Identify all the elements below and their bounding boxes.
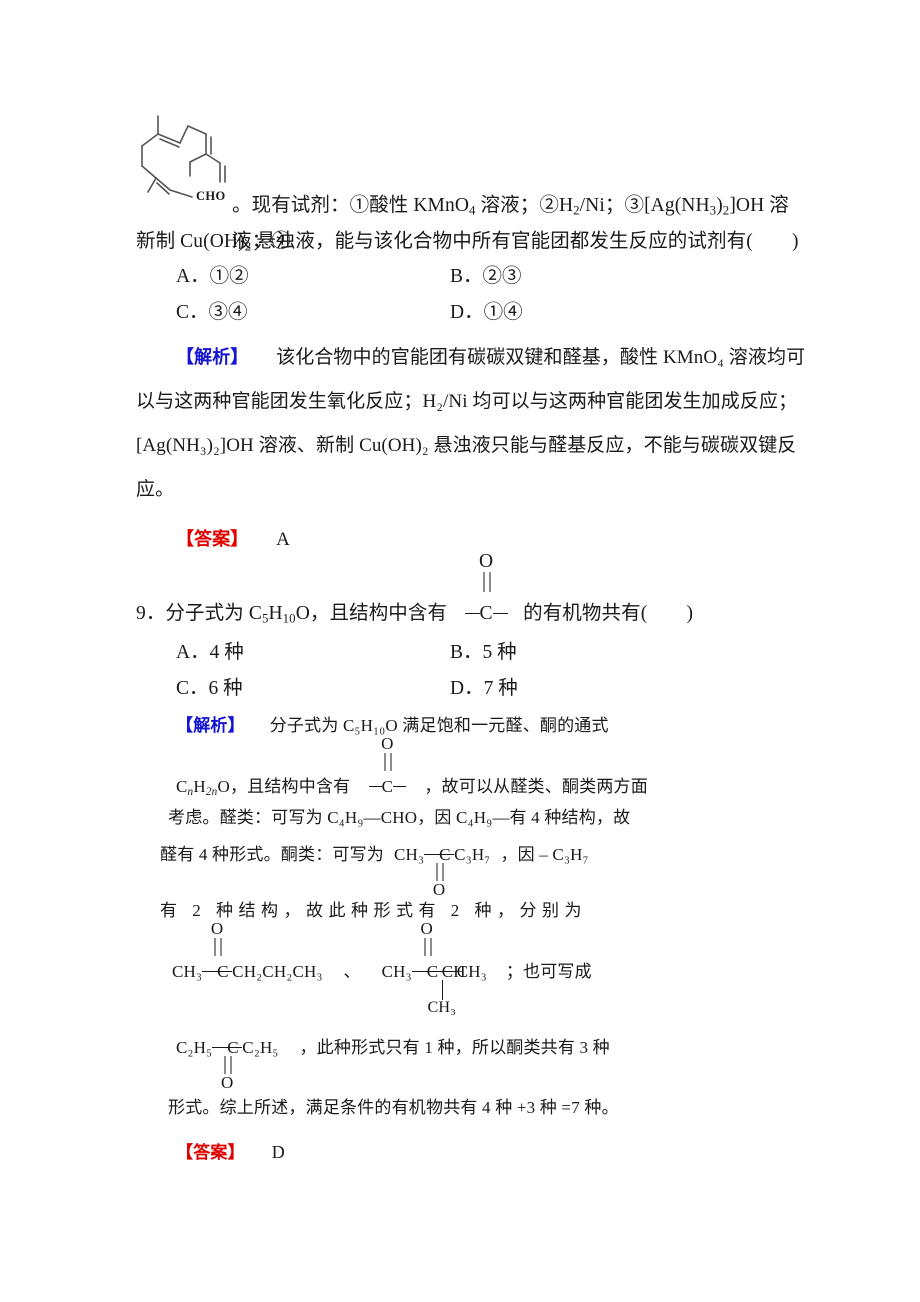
- q8-analysis-line-3: [Ag(NH₃)₂]OH 溶液、新制 Cu(OH)₂ 悬浊液只能与醛基反应，不能…: [136, 435, 797, 456]
- q9-formula-c: C: [176, 777, 188, 796]
- structure-2-pentanone: CH₃ O C CH₂CH₂CH₃: [172, 920, 323, 984]
- answer-label-8: 【答案】: [176, 529, 249, 550]
- analysis-label-8: 【解析】: [176, 347, 249, 368]
- carbonyl-group-inline: OC: [455, 552, 517, 624]
- q8-option-a[interactable]: A．①②: [176, 262, 249, 292]
- q8-analysis-tag: 【解析】 该化合物中的官能团有碳碳双键和醛基，酸性 KMnO₄ 溶液均可: [176, 344, 805, 372]
- q9-option-b[interactable]: B．5 种: [450, 638, 517, 668]
- q9-ketone-intro: 醛有 4 种形式。酮类：可写为: [160, 845, 384, 864]
- analysis-label-9: 【解析】: [176, 716, 245, 736]
- q9-analysis-line-3-text: 考虑。醛类：可写为 C₄H₉—CHO，因 C₄H₉—有 4 种结构，故: [168, 808, 631, 827]
- q8-option-d-label: D．①④: [450, 302, 523, 323]
- q8-line2-text-a: 新制 Cu(OH): [136, 231, 245, 252]
- q8-line2-text-b: 悬浊液，能与该化合物中所有官能团都发生反应的试剂有( ): [251, 231, 799, 252]
- q8-option-a-label: A．①②: [176, 266, 249, 287]
- q9-analysis-line-2: CnH2nO，且结构中含有 O C ，故可以从醛类、酮类两方面: [176, 735, 648, 799]
- q9-number: 9．: [136, 603, 166, 624]
- q9-ketone-isomer-row: CH₃ O C CH₂CH₂CH₃ 、 CH₃ O C CH CH₃ CH₃ ；也可写成: [172, 920, 592, 1016]
- q9-option-d-label: D．7 种: [450, 678, 518, 699]
- q8-option-c-label: C．③④: [176, 302, 248, 323]
- s1-oxygen: O: [210, 919, 224, 938]
- skeletal-structure-diagram: [136, 104, 236, 200]
- carbonyl-oxygen: O: [479, 551, 494, 572]
- answer-label-9: 【答案】: [176, 1143, 245, 1163]
- carbonyl-group-analysis: OC: [358, 735, 416, 796]
- q9-ketone-left-group: CH₃: [394, 845, 425, 864]
- q9-option-d[interactable]: D．7 种: [450, 674, 518, 704]
- q9-option-a[interactable]: A．4 种: [176, 638, 244, 668]
- q8-analysis-line-4: 应。: [136, 479, 175, 500]
- q9-analysis-line-5-text: 有 2 种结构，故此种形式有 2 种，分别为: [160, 901, 587, 920]
- q9-formula-o: O，且结构中含有: [217, 777, 351, 796]
- s2-oxygen: O: [420, 919, 434, 938]
- q9-formula-2n: 2n: [205, 786, 218, 799]
- q8-analysis-line-2-wrap: 以与这两种官能团发生氧化反应；H₂/Ni 均可以与这两种官能团发生加成反应；: [136, 388, 797, 416]
- q9-analysis-line-2-tail: ，故可以从醛类、酮类两方面: [424, 777, 648, 796]
- q8-option-b-label: B．②③: [450, 266, 522, 287]
- carbonyl-oxygen-2: O: [381, 734, 394, 753]
- s1-right: CH₂CH₂CH₃: [232, 962, 323, 981]
- q9-ketone-right-group: C₃H₇: [454, 845, 491, 864]
- q9-option-c[interactable]: C．6 种: [176, 674, 243, 704]
- q8-stem-text-c: /Ni；③[Ag(NH: [579, 195, 710, 216]
- structure-separator: 、: [343, 962, 361, 981]
- question-9-stem: 9．分子式为 C5H10O，且结构中含有 O C 的有机物共有( ): [136, 552, 694, 632]
- q9-option-b-label: B．5 种: [450, 642, 517, 663]
- q9-stem-text-a: 分子式为 C: [165, 603, 262, 624]
- q8-answer-value: A: [276, 529, 290, 550]
- s1-carbon: C: [217, 962, 229, 981]
- q9-answer-row: 【答案】 D: [176, 1140, 285, 1165]
- q9-also-written-as: ；也可写成: [505, 962, 592, 981]
- s2-mid: CH: [441, 962, 466, 981]
- q9-struct3-tail: ，此种形式只有 1 种，所以酮类共有 3 种: [299, 1038, 610, 1057]
- q9-diethyl-ketone-row: C₂H₅ C O C₂H₅ ，此种形式只有 1 种，所以酮类共有 3 种: [176, 1036, 610, 1091]
- q9-formula-h: H: [193, 777, 206, 796]
- q8-analysis-line-1: 该化合物中的官能团有碳碳双键和醛基，酸性 KMnO₄ 溶液均可: [276, 347, 806, 368]
- q9-option-a-label: A．4 种: [176, 642, 244, 663]
- q9-option-c-label: C．6 种: [176, 678, 243, 699]
- q8-stem-text-d: ): [716, 195, 723, 216]
- q8-analysis-line-3-wrap: [Ag(NH₃)₂]OH 溶液、新制 Cu(OH)₂ 悬浊液只能与醛基反应，不能…: [136, 432, 796, 460]
- q8-stem-text-b: 溶液；②H: [475, 195, 574, 216]
- ketone-oxygen-general: O: [432, 880, 446, 899]
- s3-right: C₂H₅: [242, 1038, 279, 1057]
- q9-analysis-conclusion: 形式。综上所述，满足条件的有机物共有 4 种 +3 种 =7 种。: [168, 1096, 619, 1120]
- s2-left: CH₃: [381, 962, 412, 981]
- q8-option-c[interactable]: C．③④: [176, 298, 248, 328]
- q9-ketone-tail: ，因 – C₃H₇: [500, 845, 589, 864]
- structure-3-pentanone: C₂H₅ C O C₂H₅: [176, 1036, 279, 1091]
- q9-stem-text-b: 的有机物共有( ): [523, 603, 694, 624]
- s2-carbon: C: [426, 962, 439, 981]
- q8-stem-text-a: 。现有试剂：①酸性 KMnO: [232, 195, 470, 216]
- carbonyl-carbon-2: C: [381, 777, 394, 796]
- q8-answer-row: 【答案】 A: [176, 526, 290, 554]
- cho-group-label: CHO: [196, 189, 226, 203]
- carbonyl-carbon: C: [479, 603, 493, 624]
- q9-stem-o: O，且结构中含有: [295, 603, 448, 624]
- structure-3-methyl-2-butanone: CH₃ O C CH CH₃ CH₃: [381, 920, 487, 1016]
- s1-left: CH₃: [172, 962, 203, 981]
- q9-analysis-line-5: 有 2 种结构，故此种形式有 2 种，分别为: [160, 899, 587, 923]
- q9-analysis-line-1: 分子式为 C₅H₁₀O 满足饱和一元醛、酮的通式: [269, 716, 609, 735]
- s3-left: C₂H₅: [176, 1038, 213, 1057]
- q9-analysis-conclusion-text: 形式。综上所述，满足条件的有机物共有 4 种 +3 种 =7 种。: [168, 1098, 619, 1117]
- q8-analysis-line-4-wrap: 应。: [136, 476, 174, 504]
- q9-analysis-line-4: 醛有 4 种形式。酮类：可写为 CH₃ C O C₃H₇ ，因 – C₃H₇: [160, 843, 589, 898]
- q9-analysis-line-3: 考虑。醛类：可写为 C₄H₉—CHO，因 C₄H₉—有 4 种结构，故: [168, 806, 630, 830]
- q9-stem-h: H: [268, 603, 283, 624]
- q8-analysis-line-2: 以与这两种官能团发生氧化反应；H₂/Ni 均可以与这两种官能团发生加成反应；: [136, 391, 798, 412]
- document-page: CHO 。现有试剂：①酸性 KMnO4 溶液；②H2/Ni；③[Ag(NH3)2…: [0, 0, 920, 1302]
- q9-h-subscript: 10: [282, 611, 296, 626]
- question-8-stem-line-2: 新制 Cu(OH)2 悬浊液，能与该化合物中所有官能团都发生反应的试剂有( ): [136, 224, 816, 260]
- q9-answer-value: D: [271, 1142, 285, 1162]
- s2-branch-methyl: CH₃: [427, 999, 457, 1016]
- q8-option-b[interactable]: B．②③: [450, 262, 522, 292]
- q8-option-d[interactable]: D．①④: [450, 298, 523, 328]
- s3-oxygen: O: [221, 1073, 234, 1092]
